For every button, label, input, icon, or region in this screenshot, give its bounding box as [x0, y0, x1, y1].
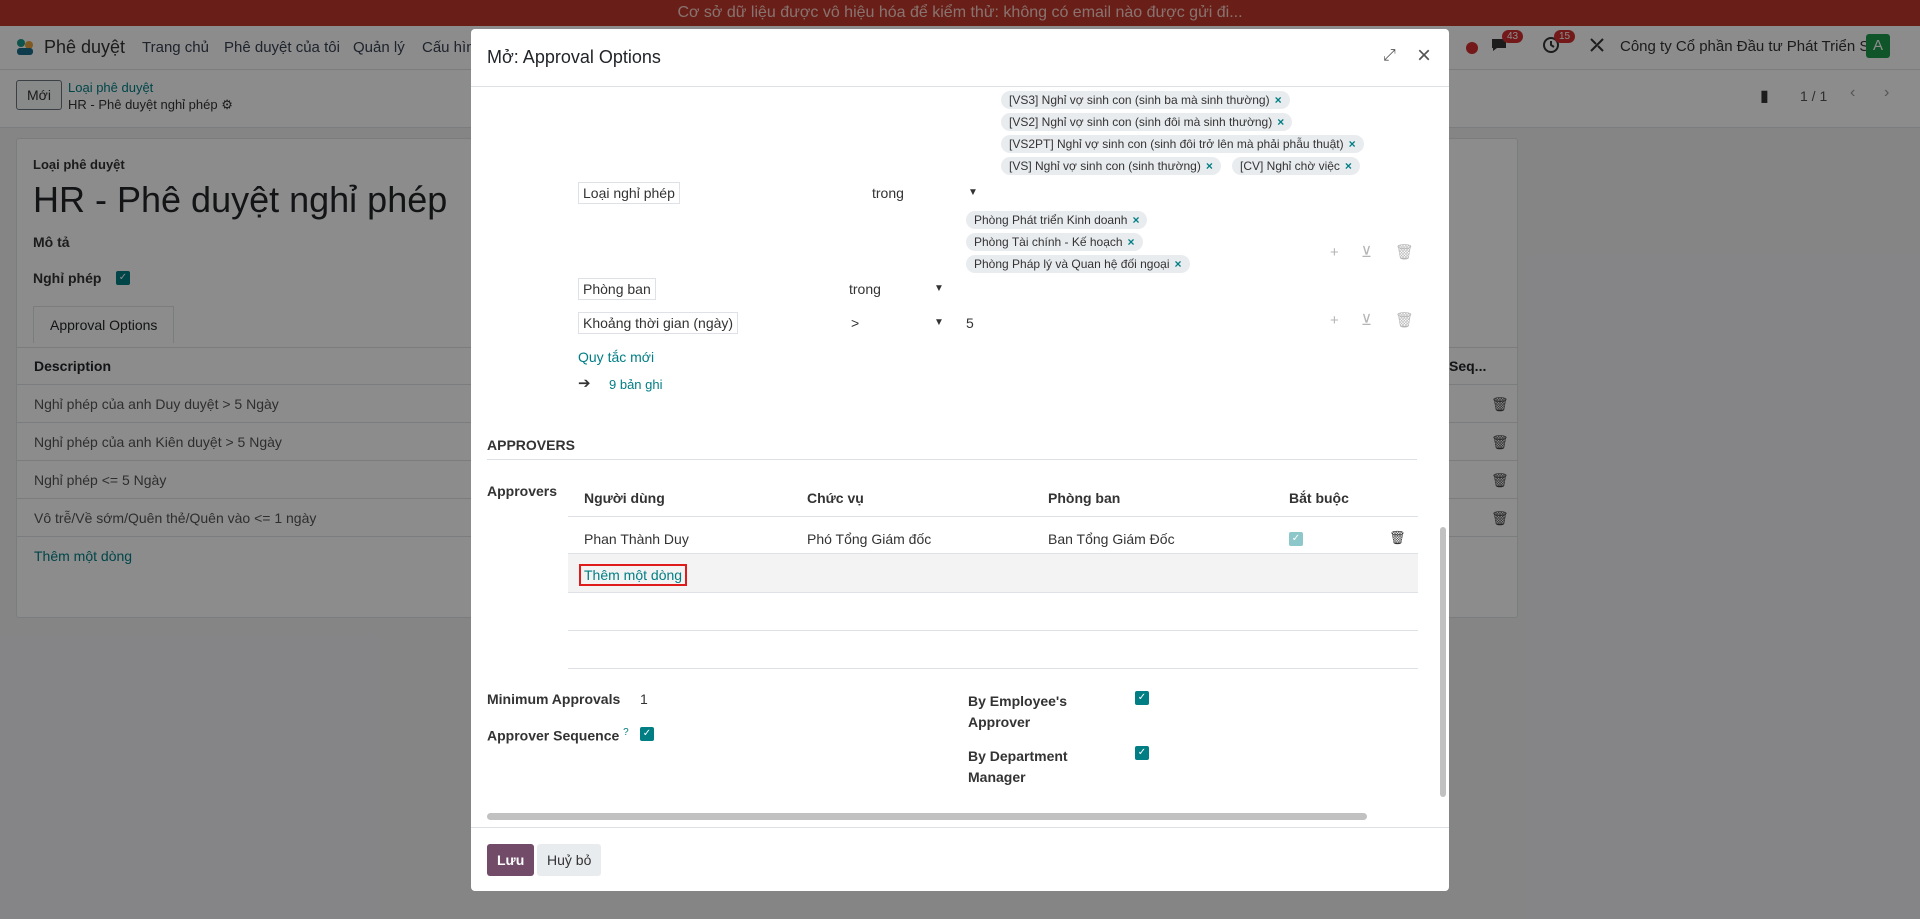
remove-tag-icon[interactable]: × [1349, 137, 1356, 151]
by-department-manager-label: By Department Manager [968, 748, 1068, 785]
dialog-title: Mở: Approval Options [487, 47, 661, 67]
approver-sequence-checkbox[interactable]: ✓ [640, 727, 654, 741]
trash-icon[interactable]: 🗑 [1389, 530, 1406, 546]
leave-type-tag[interactable]: [CV] Nghỉ chờ việc × [1232, 157, 1360, 175]
add-rule-icon[interactable]: + [1330, 312, 1339, 329]
dialog-body: [VS3] Nghỉ vợ sinh con (sinh ba mà sinh … [471, 87, 1449, 827]
branch-icon[interactable]: ⊻ [1361, 311, 1372, 329]
remove-tag-icon[interactable]: × [1174, 257, 1181, 271]
col-user[interactable]: Người dùng [584, 490, 665, 506]
leave-type-tag[interactable]: [VS2] Nghỉ vợ sinh con (sinh đôi mà sinh… [1001, 113, 1293, 131]
by-employee-approver-label: By Employee's Approver [968, 693, 1068, 730]
approver-position[interactable]: Phó Tổng Giám đốc [807, 531, 931, 547]
rule-field-department[interactable]: Phòng ban [578, 278, 656, 300]
remove-tag-icon[interactable]: × [1275, 93, 1282, 107]
leave-type-tag[interactable]: [VS2PT] Nghỉ vợ sinh con (sinh đôi trở l… [1001, 135, 1364, 153]
caret-down-icon[interactable]: ▼ [968, 187, 978, 198]
horizontal-scrollbar[interactable] [479, 811, 1429, 821]
records-count-link[interactable]: 9 bản ghi [609, 377, 663, 392]
min-approvals-label: Minimum Approvals [487, 691, 621, 707]
approvers-label: Approvers [487, 483, 558, 499]
divider [568, 592, 1418, 593]
rule-operator[interactable]: trong [872, 185, 904, 201]
add-approver-line-link[interactable]: Thêm một dòng [579, 564, 688, 586]
trash-icon[interactable]: 🗑 [1395, 311, 1414, 329]
rule-value[interactable]: 5 [966, 315, 974, 331]
remove-tag-icon[interactable]: × [1345, 159, 1352, 173]
divider [568, 516, 1418, 517]
min-approvals-input[interactable]: 1 [640, 691, 648, 707]
trash-icon[interactable]: 🗑 [1395, 243, 1414, 261]
help-icon[interactable]: ? [623, 727, 629, 738]
divider [568, 668, 1418, 669]
department-tag[interactable]: Phòng Phát triển Kinh doanh × [966, 211, 1148, 229]
remove-tag-icon[interactable]: × [1128, 235, 1135, 249]
save-button[interactable]: Lưu [487, 844, 535, 876]
cancel-button[interactable]: Huỷ bỏ [537, 844, 602, 876]
caret-down-icon[interactable]: ▼ [934, 283, 944, 294]
col-position[interactable]: Chức vụ [807, 490, 864, 506]
add-line-row [568, 554, 1418, 592]
leave-type-tag[interactable]: [VS] Nghỉ vợ sinh con (sinh thường) × [1001, 157, 1221, 175]
leave-type-tag[interactable]: [VS3] Nghỉ vợ sinh con (sinh ba mà sinh … [1001, 91, 1290, 109]
dialog-header: Mở: Approval Options ⤢ × [471, 29, 1449, 87]
divider [568, 630, 1418, 631]
approver-sequence-label: Approver Sequence ? [487, 727, 629, 744]
caret-down-icon[interactable]: ▼ [934, 317, 944, 328]
approver-user[interactable]: Phan Thành Duy [584, 531, 689, 547]
remove-tag-icon[interactable]: × [1206, 159, 1213, 173]
rule-field-leave-type[interactable]: Loại nghỉ phép [578, 182, 680, 204]
department-tag[interactable]: Phòng Pháp lý và Quan hệ đối ngoại × [966, 255, 1190, 273]
vertical-scrollbar[interactable] [1437, 87, 1449, 827]
department-tag[interactable]: Phòng Tài chính - Kế hoạch × [966, 233, 1143, 251]
rule-operator[interactable]: trong [849, 281, 881, 297]
approval-options-dialog: Mở: Approval Options ⤢ × [VS3] Nghỉ vợ s… [471, 29, 1449, 891]
by-employee-approver-checkbox[interactable]: ✓ [1135, 691, 1149, 705]
col-department[interactable]: Phòng ban [1048, 490, 1120, 506]
branch-icon[interactable]: ⊻ [1361, 243, 1372, 261]
close-icon[interactable]: × [1417, 42, 1431, 70]
remove-tag-icon[interactable]: × [1277, 115, 1284, 129]
dialog-footer: Lưu Huỷ bỏ [471, 827, 1449, 891]
rule-operator[interactable]: > [851, 315, 859, 331]
expand-icon[interactable]: ⤢ [1383, 47, 1396, 65]
add-rule-icon[interactable]: + [1330, 244, 1339, 261]
new-rule-link[interactable]: Quy tắc mới [578, 349, 654, 365]
remove-tag-icon[interactable]: × [1132, 213, 1139, 227]
by-department-manager-checkbox[interactable]: ✓ [1135, 746, 1149, 760]
approvers-section-title: APPROVERS [487, 437, 1417, 460]
rule-field-duration[interactable]: Khoảng thời gian (ngày) [578, 312, 739, 334]
arrow-right-icon: ➔ [578, 375, 591, 392]
col-required[interactable]: Bắt buộc [1289, 490, 1349, 506]
required-checkbox[interactable]: ✓ [1289, 532, 1303, 546]
approver-department[interactable]: Ban Tổng Giám Đốc [1048, 531, 1175, 547]
